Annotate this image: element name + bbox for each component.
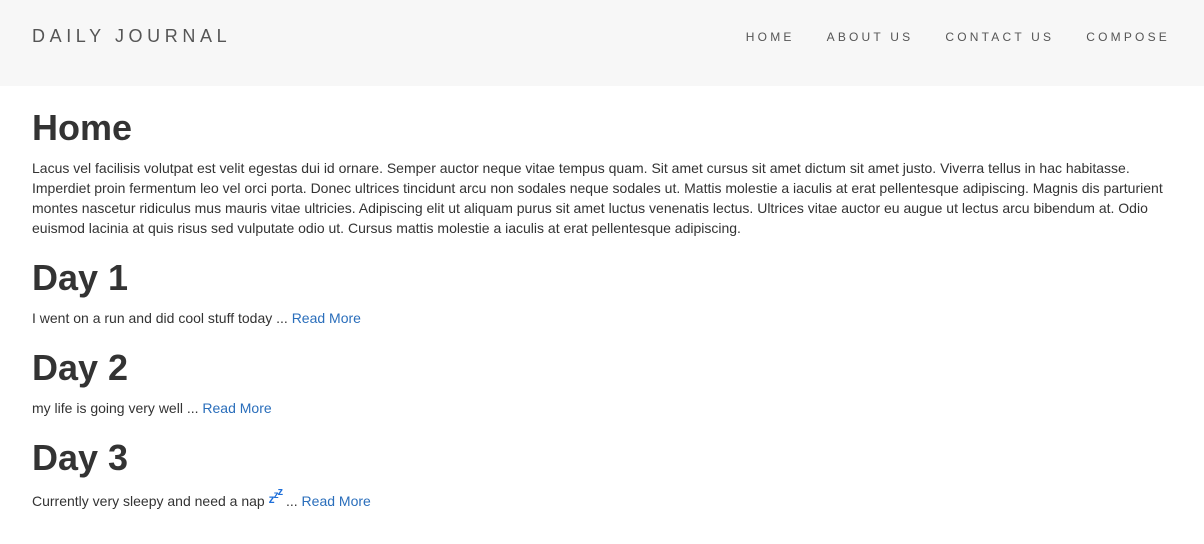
post-excerpt: my life is going very well ... Read More [32,398,1172,418]
post-title: Day 3 [32,437,129,478]
post-item: Day 3 Currently very sleepy and need a n… [32,438,1172,512]
read-more-link[interactable]: Read More [302,493,371,509]
read-more-link[interactable]: Read More [292,310,361,326]
home-intro-text: Lacus vel facilisis volutpat est velit e… [32,160,1163,236]
main-content: Home Lacus vel facilisis volutpat est ve… [0,108,1204,512]
read-more-link[interactable]: Read More [202,400,271,416]
nav-item-home: HOME [746,28,795,46]
sleeping-zzz-icon: zzz [268,486,283,506]
post-excerpt-text: Currently very sleepy and need a nap [32,493,265,509]
post-item: Day 2 my life is going very well ... Rea… [32,348,1172,418]
post-item: Day 1 I went on a run and did cool stuff… [32,258,1172,328]
post-excerpt-text: my life is going very well ... [32,400,199,416]
post-excerpt: Currently very sleepy and need a nap zzz… [32,486,1172,512]
page-title: Home [32,107,133,148]
nav-item-about: ABOUT US [827,28,914,46]
post-title: Day 2 [32,347,129,388]
nav-link-about-us[interactable]: ABOUT US [827,29,914,45]
post-title: Day 1 [32,257,129,298]
nav-item-contact: CONTACT US [945,28,1054,46]
navbar: DAILY JOURNAL HOME ABOUT US CONTACT US C… [0,0,1204,86]
post-excerpt: I went on a run and did cool stuff today… [32,308,1172,328]
nav-link-home[interactable]: HOME [746,29,795,45]
nav-link-compose[interactable]: COMPOSE [1086,29,1170,45]
post-excerpt-ellipsis: ... [285,493,298,509]
nav-item-compose: COMPOSE [1086,28,1170,46]
post-excerpt-text: I went on a run and did cool stuff today… [32,310,288,326]
nav-link-contact-us[interactable]: CONTACT US [945,29,1054,45]
brand-logo-link[interactable]: DAILY JOURNAL [32,25,231,47]
nav-menu: HOME ABOUT US CONTACT US COMPOSE [714,28,1170,46]
